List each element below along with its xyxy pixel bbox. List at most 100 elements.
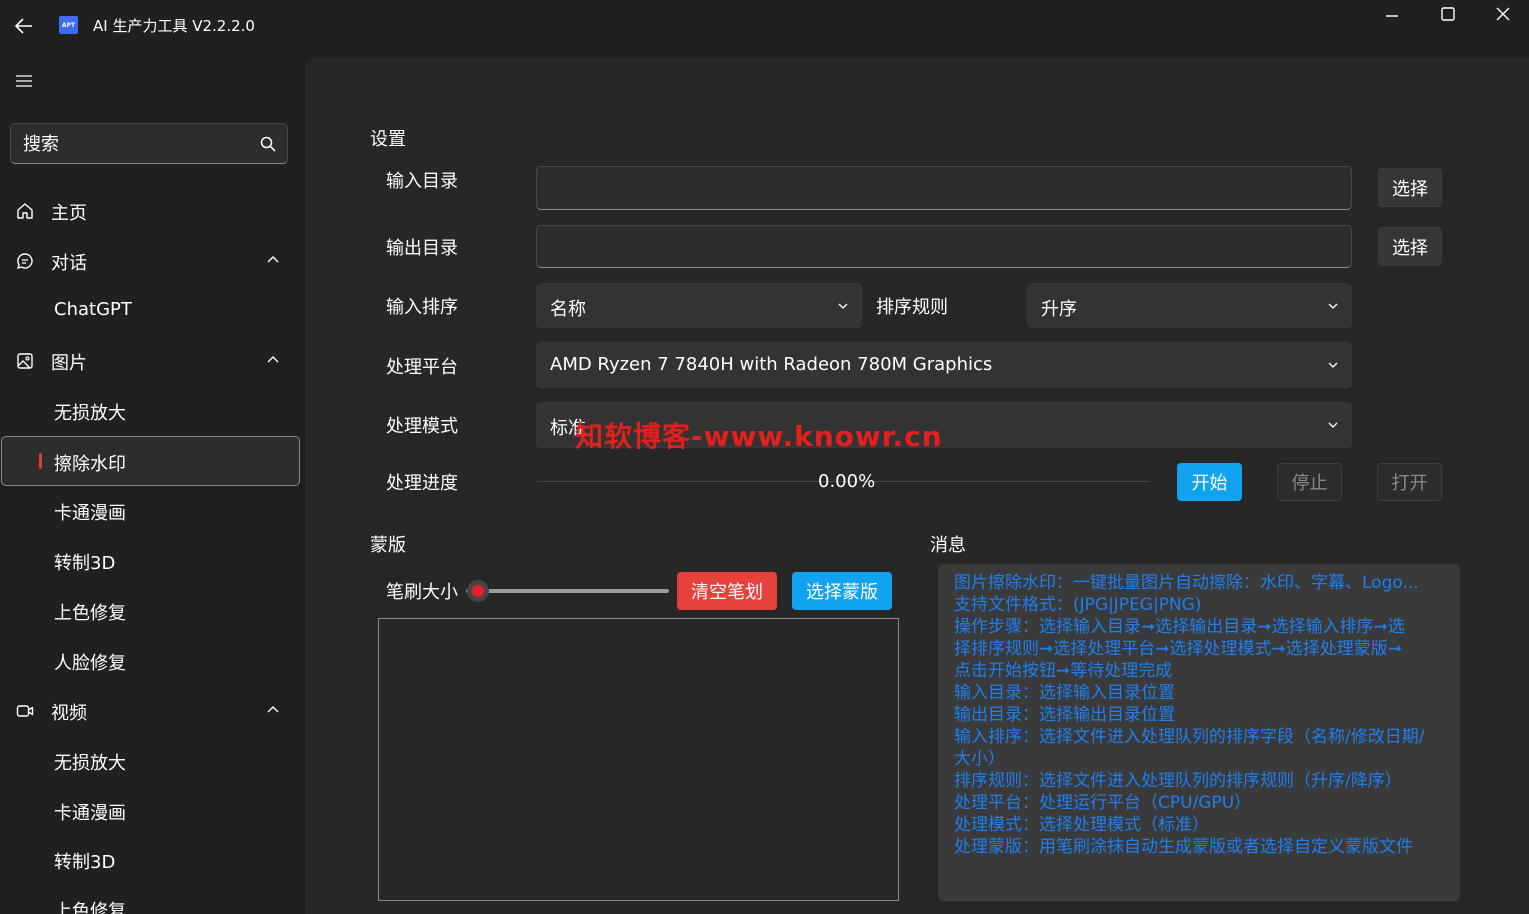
sidebar-item-label: 主页 [51,203,87,224]
message-line: 处理模式：选择处理模式（标准） [954,815,1209,835]
message-line: 排序规则：选择文件进入处理队列的排序规则（升序/降序） [954,771,1402,791]
chevron-up-icon [267,706,279,713]
sidebar-item-label: 上色修复 [54,603,126,624]
sidebar-item-video-colorize[interactable]: 上色修复 [2,866,298,914]
choose-mask-button[interactable]: 选择蒙版 [792,572,892,610]
sidebar-item-video[interactable]: 视频 [2,687,298,735]
search-input[interactable] [23,132,243,156]
minimize-button[interactable] [1378,2,1406,30]
messages-list: 图片擦除水印：一键批量图片自动擦除：水印、字幕、Logo... 支持文件格式：(J… [938,564,1460,858]
selection-indicator [39,453,42,469]
search-box[interactable] [10,123,288,164]
sort-label: 输入排序 [386,297,458,318]
hamburger-icon [16,75,32,87]
message-line: 图片擦除水印：一键批量图片自动擦除：水印、字幕、Logo... [954,573,1419,593]
sidebar-item-image-3d[interactable]: 转制3D [2,537,298,585]
sort-select-value: 名称 [550,299,586,320]
choose-output-dir-button[interactable]: 选择 [1378,227,1442,266]
message-line: 输入目录：选择输入目录位置 [954,683,1175,703]
back-button[interactable] [10,12,38,40]
sidebar-item-image-colorize[interactable]: 上色修复 [2,587,298,635]
sidebar-item-label: 图片 [51,353,87,374]
stop-button[interactable]: 停止 [1277,463,1342,501]
sidebar-item-label: 无损放大 [54,753,126,774]
sidebar-item-label: ChatGPT [54,299,132,320]
sidebar-item-label: 上色修复 [54,901,126,914]
input-dir-label: 输入目录 [386,171,458,192]
sidebar-item-image[interactable]: 图片 [2,337,298,385]
search-icon[interactable] [260,136,276,152]
message-line: 处理平台：处理运行平台（CPU/GPU） [954,793,1252,813]
sidebar-item-label: 卡通漫画 [54,803,126,824]
app-logo: APT [59,16,78,34]
watermark-overlay: 知软博客-www.knowr.cn [575,420,943,453]
platform-label: 处理平台 [386,357,458,378]
platform-select-value: AMD Ryzen 7 7840H with Radeon 780M Graph… [550,354,993,375]
sidebar-item-label: 视频 [51,703,87,724]
sidebar-item-label: 转制3D [54,553,116,574]
minimize-icon [1386,15,1398,17]
progress-label: 处理进度 [386,473,458,494]
home-icon [17,203,33,219]
sidebar-item-image-upscale[interactable]: 无损放大 [2,387,298,435]
sort-select[interactable]: 名称 [536,283,862,328]
platform-select[interactable]: AMD Ryzen 7 7840H with Radeon 780M Graph… [536,342,1352,388]
message-line: 处理蒙版：用笔刷涂抹自动生成蒙版或者选择自定义蒙版文件 [954,837,1413,857]
sidebar-item-chat[interactable]: 对话 [2,237,298,285]
sidebar-item-face-restore[interactable]: 人脸修复 [2,637,298,685]
clear-strokes-button[interactable]: 清空笔划 [677,572,777,610]
brush-size-slider-track[interactable] [466,589,669,593]
sidebar-item-image-cartoon[interactable]: 卡通漫画 [2,487,298,535]
chevron-down-icon [1328,362,1338,368]
chevron-down-icon [838,303,848,309]
sort-rule-label: 排序规则 [876,297,948,318]
mask-canvas[interactable] [378,618,899,901]
input-dir-input[interactable] [537,167,1351,209]
sidebar-item-chatgpt[interactable]: ChatGPT [2,287,298,335]
sort-rule-select[interactable]: 升序 [1027,283,1352,328]
mode-label: 处理模式 [386,416,458,437]
settings-section-title: 设置 [370,129,406,150]
chevron-down-icon [1328,303,1338,309]
mask-section-title: 蒙版 [370,535,406,556]
sidebar-item-home[interactable]: 主页 [2,187,298,235]
sidebar-item-erase-watermark[interactable]: 擦除水印 [1,436,300,486]
sidebar-item-label: 擦除水印 [54,454,126,475]
open-button[interactable]: 打开 [1377,463,1442,501]
input-dir-field[interactable] [536,166,1352,210]
sidebar-item-label: 无损放大 [54,403,126,424]
video-icon [16,705,34,717]
output-dir-input[interactable] [537,226,1351,267]
app-logo-text: APT [61,21,76,29]
message-line: 择排序规则➞选择处理平台➞选择处理模式➞选择处理蒙版➞ [954,639,1402,659]
sidebar-item-label: 卡通漫画 [54,503,126,524]
menu-toggle-button[interactable] [10,67,38,95]
close-button[interactable] [1489,0,1517,28]
message-line: 支持文件格式：(JPG|JPEG|PNG) [954,595,1202,615]
message-line: 点击开始按钮➞等待处理完成 [954,661,1173,681]
maximize-icon [1441,7,1455,21]
sidebar-item-video-cartoon[interactable]: 卡通漫画 [2,787,298,835]
output-dir-field[interactable] [536,225,1352,268]
sidebar-item-label: 人脸修复 [54,653,126,674]
brush-size-label: 笔刷大小 [386,582,458,603]
sidebar-item-video-upscale[interactable]: 无损放大 [2,737,298,785]
message-line: 输入排序：选择文件进入处理队列的排序字段（名称/修改日期/ [954,727,1425,747]
message-line: 大小） [954,749,1005,769]
message-line: 操作步骤：选择输入目录➞选择输出目录➞选择输入排序➞选 [954,617,1405,637]
chevron-down-icon [1328,422,1338,428]
back-arrow-icon [15,18,32,34]
brush-size-slider-thumb[interactable] [467,580,490,602]
chevron-up-icon [267,356,279,363]
close-icon [1496,7,1510,21]
maximize-button[interactable] [1434,0,1462,28]
choose-input-dir-button[interactable]: 选择 [1378,168,1442,207]
image-icon [17,353,33,369]
start-button[interactable]: 开始 [1177,463,1242,501]
sort-rule-select-value: 升序 [1041,299,1077,320]
sidebar-item-label: 对话 [51,253,87,274]
chevron-up-icon [267,256,279,263]
app-title: AI 生产力工具 V2.2.2.0 [93,17,255,35]
messages-box: 图片擦除水印：一键批量图片自动擦除：水印、字幕、Logo... 支持文件格式：(J… [938,564,1460,901]
progress-text: 0.00% [818,471,876,492]
